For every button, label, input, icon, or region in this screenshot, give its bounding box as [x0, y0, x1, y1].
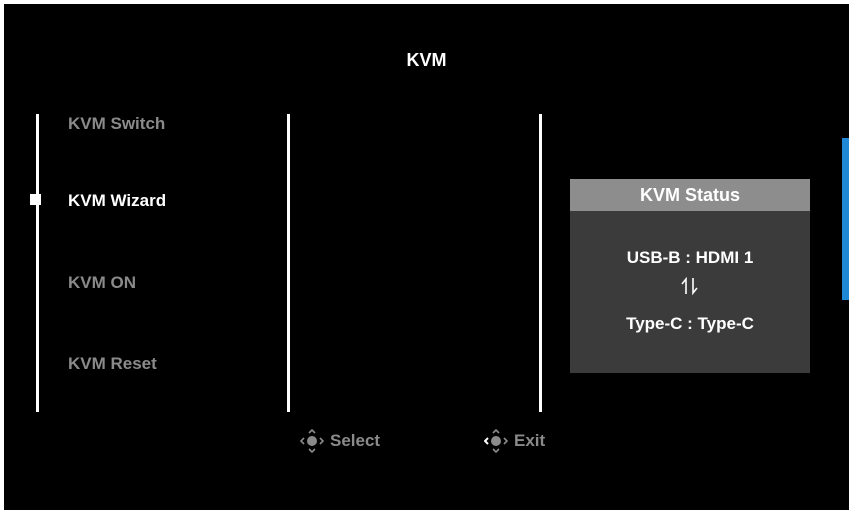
swap-vertical-arrows-icon	[681, 276, 698, 296]
joystick-left-icon	[484, 429, 508, 453]
options-column-divider	[539, 114, 542, 412]
osd-screen: KVM KVM Switch KVM Wizard KVM ON KVM Res…	[4, 4, 849, 510]
kvm-status-panel: KVM Status USB-B : HDMI 1 Type-C : Type-…	[570, 179, 810, 373]
scrollbar[interactable]	[842, 138, 849, 300]
select-hint: Select	[300, 429, 380, 453]
menu-item-kvm-on[interactable]: KVM ON	[68, 273, 136, 293]
kvm-status-line-2: Type-C : Type-C	[626, 314, 754, 333]
menu-item-kvm-switch[interactable]: KVM Switch	[68, 114, 165, 134]
selection-marker	[30, 194, 41, 205]
select-hint-label: Select	[330, 431, 381, 450]
joystick-icon	[300, 429, 324, 453]
menu-item-kvm-reset[interactable]: KVM Reset	[68, 354, 157, 374]
exit-hint: Exit	[484, 429, 545, 453]
menu-column-divider	[36, 114, 39, 412]
exit-hint-label: Exit	[514, 431, 546, 450]
kvm-status-title: KVM Status	[570, 179, 810, 211]
kvm-status-line-1: USB-B : HDMI 1	[626, 248, 754, 267]
page-title: KVM	[406, 50, 447, 70]
submenu-column-divider	[287, 114, 290, 412]
menu-item-kvm-wizard[interactable]: KVM Wizard	[68, 191, 166, 211]
